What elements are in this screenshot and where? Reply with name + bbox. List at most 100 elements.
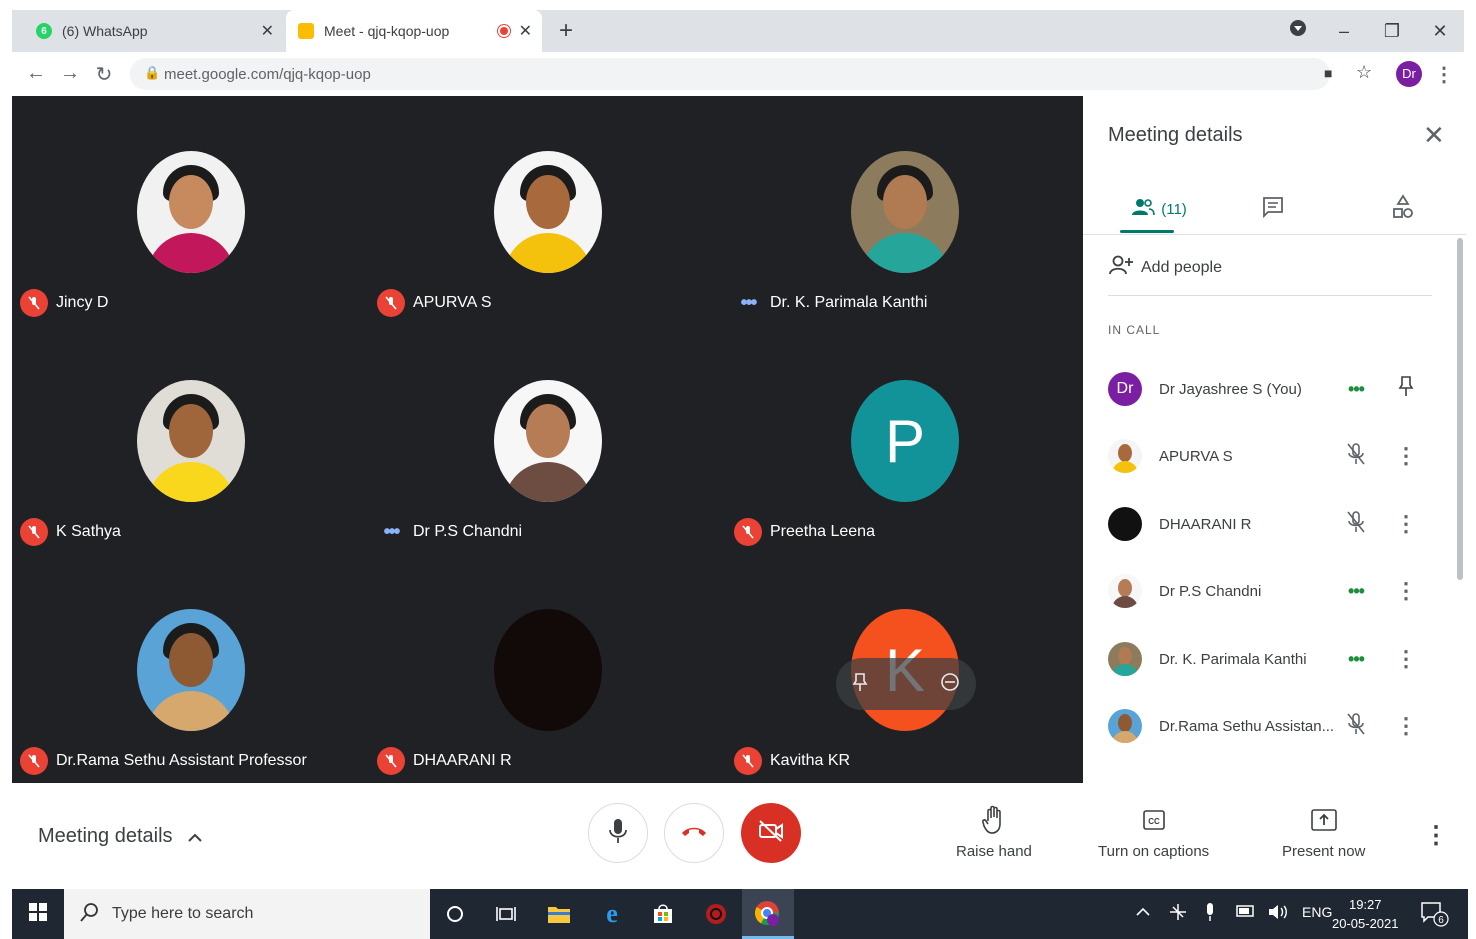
browser-toolbar: ← → ↻ 🔒 meet.google.com/qjq-kqop-uop ■ ☆…	[12, 52, 1464, 96]
close-panel-button[interactable]: ✕	[1423, 120, 1445, 151]
participant-tile[interactable]: Dr.Rama Sethu Assistant Professor	[12, 554, 369, 783]
file-explorer-icon[interactable]	[544, 899, 574, 929]
avatar: Dr	[1108, 372, 1142, 406]
forward-button[interactable]: →	[58, 62, 82, 85]
mic-off-icon	[734, 518, 762, 546]
participant-tile[interactable]: K Kavitha KR	[726, 554, 1083, 783]
minimize-button[interactable]: –	[1324, 16, 1364, 46]
battery-icon[interactable]	[1236, 904, 1256, 920]
show-hidden-icons-icon[interactable]	[1136, 904, 1150, 920]
participant-letter-avatar: P	[851, 380, 959, 502]
mic-off-icon	[377, 289, 405, 317]
participant-name: DHAARANI R	[413, 752, 512, 769]
reload-button[interactable]: ↻	[92, 62, 116, 87]
profile-avatar[interactable]: Dr	[1396, 61, 1422, 87]
cortana-icon[interactable]	[440, 899, 470, 929]
tab-activities[interactable]	[1383, 186, 1423, 232]
participant-nameplate: K Sathya	[20, 518, 121, 546]
divider	[1083, 234, 1466, 235]
media-control-icon[interactable]	[1278, 16, 1318, 46]
participant-tile[interactable]: ••• Dr P.S Chandni	[369, 325, 726, 554]
close-tab-icon[interactable]: ✕	[261, 21, 274, 41]
new-tab-button[interactable]: +	[552, 18, 580, 46]
search-icon	[80, 902, 100, 927]
mic-off-icon	[377, 747, 405, 775]
participant-nameplate: Preetha Leena	[734, 518, 875, 546]
pin-icon[interactable]	[1394, 375, 1418, 403]
leave-call-button[interactable]	[664, 803, 724, 863]
close-tab-icon[interactable]: ✕	[519, 21, 532, 41]
mic-off-icon	[734, 747, 762, 775]
participant-avatar	[494, 380, 602, 502]
participant-tile[interactable]: Jincy D	[12, 96, 369, 325]
address-bar[interactable]: 🔒 meet.google.com/qjq-kqop-uop ■ ☆	[130, 58, 1372, 90]
present-label: Present now	[1282, 843, 1366, 860]
close-window-button[interactable]: ✕	[1420, 16, 1460, 46]
chrome-taskbar-button[interactable]	[742, 889, 794, 939]
more-options-button[interactable]: ⋮	[1424, 821, 1448, 850]
participant-avatar	[137, 380, 245, 502]
restore-button[interactable]: ❐	[1372, 16, 1412, 46]
meeting-details-label: Meeting details	[38, 825, 173, 847]
list-item[interactable]: Dr.Rama Sethu Assistan... ⋮	[1108, 698, 1438, 754]
bookmark-star-icon[interactable]: ☆	[1356, 62, 1372, 83]
present-now-button[interactable]: Present now	[1282, 805, 1365, 860]
participant-nameplate: ••• Dr P.S Chandni	[377, 518, 522, 546]
avatar	[1108, 642, 1142, 676]
list-item[interactable]: DHAARANI R ⋮	[1108, 496, 1438, 552]
pin-icon[interactable]	[852, 672, 868, 697]
chat-icon	[1261, 195, 1285, 224]
participant-tile[interactable]: APURVA S	[369, 96, 726, 325]
panel-scrollbar[interactable]	[1457, 238, 1463, 580]
volume-icon[interactable]	[1268, 904, 1290, 923]
browser-menu-icon[interactable]: ⋮	[1432, 62, 1456, 87]
more-options-icon[interactable]: ⋮	[1394, 443, 1418, 469]
back-button[interactable]: ←	[24, 62, 48, 85]
edge-icon[interactable]: e	[597, 899, 627, 929]
list-item[interactable]: Dr. K. Parimala Kanthi ••• ⋮	[1108, 631, 1438, 687]
camera-button[interactable]	[741, 803, 801, 863]
system-clock[interactable]: 19:27 20-05-2021	[1332, 895, 1399, 933]
url-text[interactable]: meet.google.com/qjq-kqop-uop	[164, 66, 371, 83]
tab-people[interactable]: (11)	[1105, 186, 1213, 232]
participant-tile[interactable]: ••• Dr. K. Parimala Kanthi	[726, 96, 1083, 325]
more-options-icon[interactable]: ⋮	[1394, 511, 1418, 537]
shapes-icon	[1391, 193, 1415, 225]
participant-name: Jincy D	[56, 294, 109, 311]
store-icon[interactable]	[648, 899, 678, 929]
camera-in-use-icon[interactable]: ■	[1324, 65, 1332, 81]
start-button[interactable]	[12, 889, 64, 939]
tab-meet[interactable]: Meet - qjq-kqop-uop ✕	[286, 10, 542, 52]
microphone-in-use-icon[interactable]	[1204, 902, 1216, 925]
participant-tile[interactable]: P Preetha Leena	[726, 325, 1083, 554]
participant-nameplate: Jincy D	[20, 289, 108, 317]
captions-button[interactable]: CC Turn on captions	[1098, 805, 1209, 860]
more-options-icon[interactable]: ⋮	[1394, 646, 1418, 672]
action-center-icon[interactable]: 6	[1420, 901, 1450, 930]
participant-name: Kavitha KR	[770, 752, 851, 769]
raise-hand-button[interactable]: Raise hand	[956, 805, 1032, 860]
task-view-icon[interactable]	[491, 899, 521, 929]
list-item[interactable]: Dr Dr Jayashree S (You) •••	[1108, 361, 1438, 417]
tab-chat[interactable]	[1253, 186, 1293, 232]
video-grid: Jincy D APURVA S ••• Dr. K. Parimala Kan…	[12, 96, 1083, 783]
microphone-button[interactable]	[588, 803, 648, 863]
people-icon	[1131, 197, 1156, 221]
tab-whatsapp[interactable]: 6 (6) WhatsApp ✕	[24, 10, 284, 52]
panel-title: Meeting details	[1108, 124, 1243, 146]
more-options-icon[interactable]: ⋮	[1394, 578, 1418, 604]
list-item[interactable]: Dr P.S Chandni ••• ⋮	[1108, 563, 1438, 619]
network-icon[interactable]	[1168, 902, 1188, 925]
add-people-button[interactable]: Add people	[1109, 254, 1222, 281]
security-app-icon[interactable]	[701, 899, 731, 929]
participant-tile[interactable]: K Sathya	[12, 325, 369, 554]
list-item[interactable]: APURVA S ⋮	[1108, 428, 1438, 484]
speaking-indicator-icon: •••	[1348, 580, 1365, 601]
more-options-icon[interactable]: ⋮	[1394, 713, 1418, 739]
taskbar-search[interactable]: Type here to search	[64, 889, 430, 939]
participant-tile[interactable]: DHAARANI R	[369, 554, 726, 783]
meeting-details-toggle[interactable]: Meeting details	[38, 825, 203, 848]
participant-name: Dr. K. Parimala Kanthi	[770, 294, 928, 311]
language-indicator[interactable]: ENG	[1302, 904, 1332, 920]
remove-participant-icon[interactable]	[940, 672, 960, 697]
